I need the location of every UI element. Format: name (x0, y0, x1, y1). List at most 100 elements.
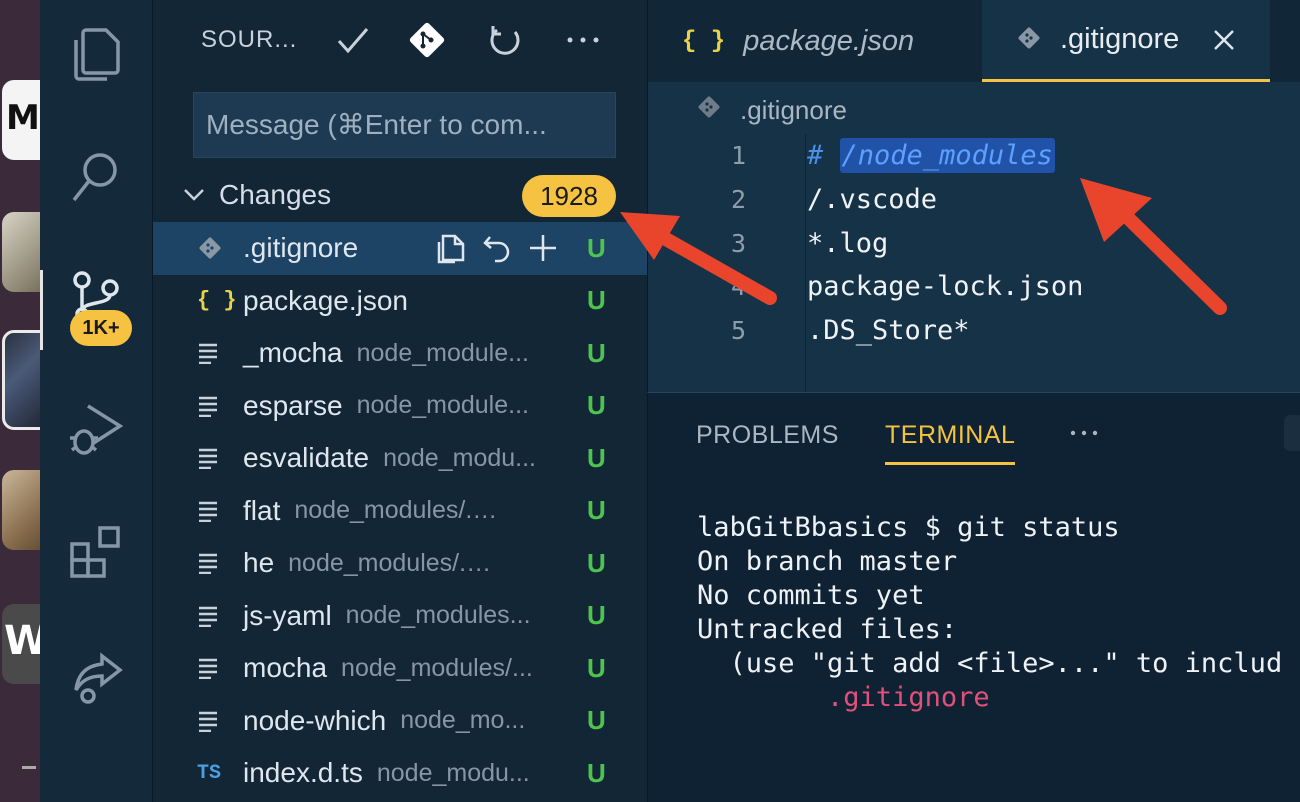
file-row-js-yaml[interactable]: js-yaml node_modules... U (153, 590, 647, 643)
live-share-icon[interactable] (64, 644, 128, 708)
file-name: _mocha (243, 337, 343, 369)
terminal-output[interactable]: labGitBbasics $ git status On branch mast… (697, 511, 1282, 715)
dock-divider (22, 766, 36, 769)
line-text: package-lock.json (807, 271, 1084, 303)
file-name: esvalidate (243, 442, 370, 474)
text-file-icon (197, 706, 243, 736)
file-row-esparse[interactable]: esparse node_module... U (153, 380, 647, 433)
git-file-icon (696, 94, 722, 127)
file-name: flat (243, 494, 281, 526)
file-status: U (587, 390, 606, 421)
file-name: esparse (243, 389, 343, 421)
tab-label: .gitignore (1060, 23, 1180, 55)
commit-message-box[interactable] (193, 92, 616, 158)
line-text: # /node_modules (807, 138, 1055, 174)
typescript-file-icon: TS (197, 761, 222, 785)
dock-app-m[interactable]: M (2, 80, 40, 160)
breadcrumb[interactable]: .gitignore (696, 92, 847, 128)
chevron-down-icon[interactable] (183, 188, 219, 202)
macos-dock: M W (0, 0, 40, 802)
terminal-line: labGitBbasics $ git status (697, 512, 1120, 543)
tab-problems[interactable]: PROBLEMS (696, 421, 839, 450)
file-row-flat[interactable]: flat node_modules/.bin U (153, 485, 647, 538)
refresh-icon[interactable] (483, 18, 527, 62)
file-name: .gitignore (243, 232, 359, 264)
dock-app-w[interactable]: W (2, 604, 40, 684)
file-status: U (587, 600, 606, 631)
file-status: U (587, 705, 606, 736)
file-row-mocha-bin[interactable]: _mocha node_module... U (153, 327, 647, 380)
json-file-icon: { } (197, 288, 237, 314)
file-name: package.json (243, 284, 409, 316)
activity-bar: 1K+ (40, 0, 153, 802)
file-path: node_module... (356, 391, 529, 420)
changes-label: Changes (219, 179, 332, 210)
code-line: 1 # /node_modules (648, 134, 1300, 178)
text-file-icon (197, 548, 243, 578)
line-text: .DS_Store* (807, 315, 970, 347)
text-file-icon (197, 601, 243, 631)
line-number: 4 (730, 272, 746, 302)
dock-app-image-2[interactable] (2, 330, 40, 430)
explorer-icon[interactable] (64, 22, 128, 86)
discard-changes-icon[interactable] (479, 230, 515, 266)
file-name: js-yaml (243, 599, 332, 631)
file-path: node_modules/.bin (288, 548, 499, 577)
code-line: 3 *.log (648, 221, 1300, 265)
file-row-mocha[interactable]: mocha node_modules/... U (153, 642, 647, 695)
file-row-he[interactable]: he node_modules/.bin U (153, 537, 647, 590)
changes-file-list: .gitignore U { } package.json U _mocha n… (153, 222, 647, 800)
terminal-line: (use "git add <file>..." to includ (697, 648, 1283, 679)
file-row-node-which[interactable]: node-which node_mo... U (153, 695, 647, 748)
dock-app-w-letter: W (4, 618, 40, 664)
close-icon[interactable] (1206, 22, 1242, 58)
extensions-icon[interactable] (64, 520, 128, 584)
git-file-icon (1016, 25, 1042, 55)
tab-gitignore[interactable]: .gitignore (982, 0, 1270, 82)
file-name: index.d.ts (243, 757, 363, 789)
json-file-icon: { } (682, 27, 726, 55)
editor-tab-bar: { } package.json .gitignore (648, 0, 1300, 82)
file-status: U (587, 232, 606, 263)
text-file-icon (197, 496, 243, 526)
file-row-package-json[interactable]: { } package.json U (153, 275, 647, 328)
terminal-line: .gitignore (697, 682, 990, 713)
stage-changes-icon[interactable] (525, 230, 561, 266)
file-path: node_module... (356, 338, 529, 367)
code-line: 4 package-lock.json (648, 265, 1300, 309)
open-file-icon[interactable] (433, 230, 469, 266)
file-path: node_modules/... (341, 653, 533, 682)
run-debug-icon[interactable] (64, 396, 128, 460)
commit-check-icon[interactable] (331, 18, 375, 62)
file-status: U (587, 757, 606, 788)
file-row-esvalidate[interactable]: esvalidate node_modu... U (153, 432, 647, 485)
code-editor[interactable]: 1 # /node_modules 2 /.vscode 3 *.log 4 p… (648, 134, 1300, 352)
git-icon[interactable] (405, 18, 449, 62)
dock-app-image-1[interactable] (2, 212, 40, 292)
code-line: 5 .DS_Store* (648, 309, 1300, 353)
file-status: U (587, 652, 606, 683)
commit-message-input[interactable] (206, 109, 603, 141)
line-number: 1 (730, 141, 746, 171)
tab-package-json[interactable]: { } package.json (648, 0, 982, 82)
file-status: U (587, 337, 606, 368)
search-icon[interactable] (64, 146, 128, 210)
file-name: mocha (243, 652, 328, 684)
line-number: 5 (730, 316, 746, 346)
text-file-icon (197, 653, 243, 683)
tab-terminal[interactable]: TERMINAL (885, 421, 1016, 465)
file-path: node_modu... (376, 758, 530, 787)
bottom-panel: PROBLEMS TERMINAL labGitBbasics $ git st… (647, 392, 1300, 802)
line-number: 3 (730, 228, 746, 258)
dock-app-image-3[interactable] (2, 470, 40, 550)
code-line: 2 /.vscode (648, 178, 1300, 222)
panel-dropdown[interactable] (1284, 415, 1300, 451)
file-row-gitignore[interactable]: .gitignore U (153, 222, 647, 275)
tab-label: package.json (743, 24, 915, 57)
file-row-index-d-ts[interactable]: TS index.d.ts node_modu... U (153, 747, 647, 800)
more-actions-icon[interactable] (561, 18, 605, 62)
git-file-icon (197, 233, 243, 263)
panel-more-icon[interactable] (1066, 415, 1102, 451)
terminal-line: No commits yet (697, 580, 925, 611)
file-path: node_modules/.bin (294, 496, 505, 525)
